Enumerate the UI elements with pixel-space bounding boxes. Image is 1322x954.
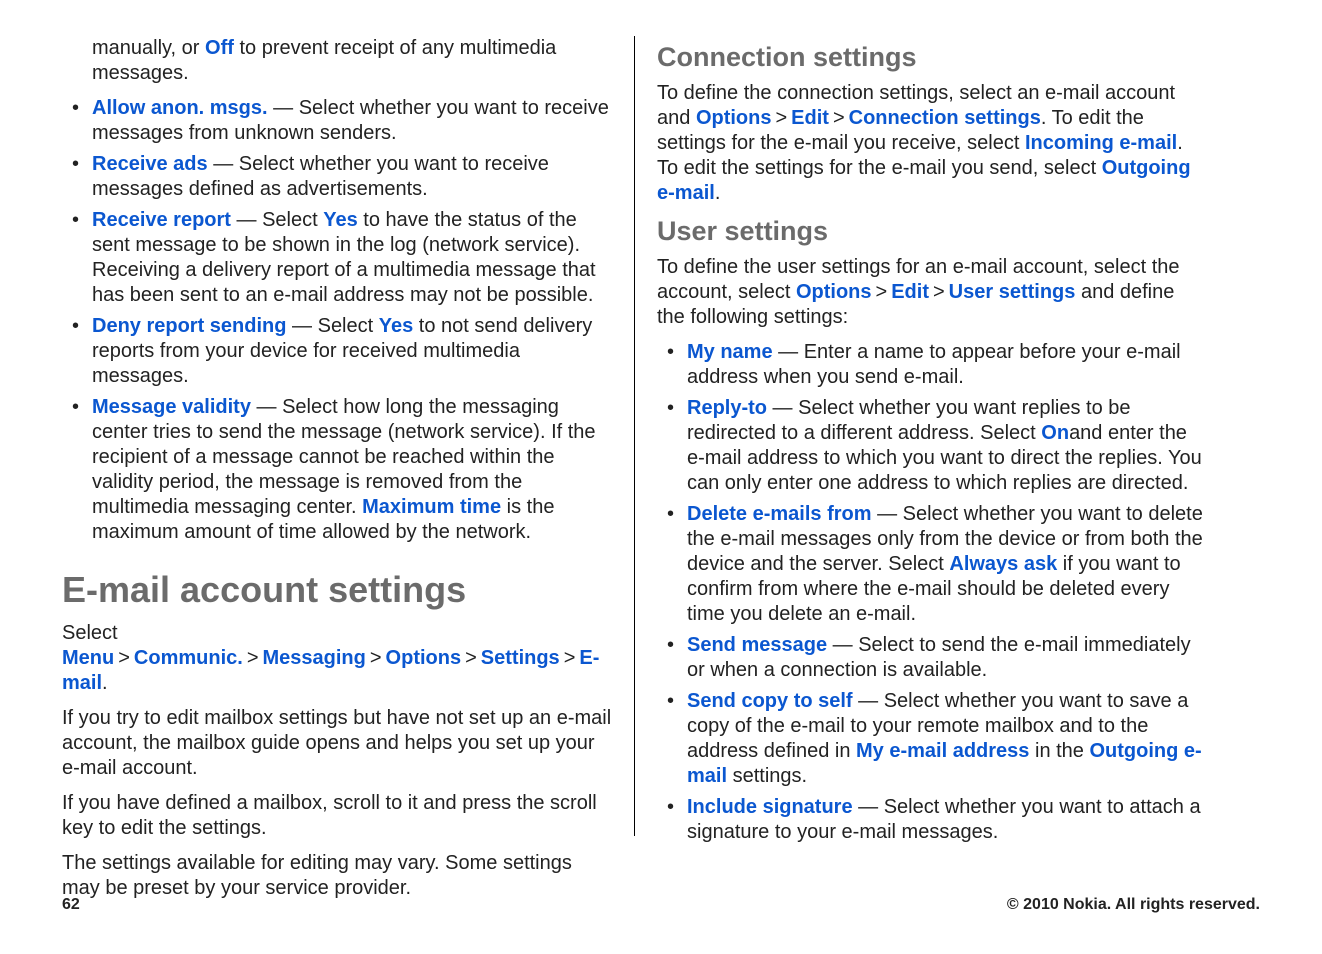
keyword: On (1041, 422, 1069, 444)
content-columns: manually, or Off to prevent receipt of a… (62, 36, 1260, 836)
nav-path: Select Menu>Communic.>Messaging>Options>… (62, 621, 612, 696)
list-item: Message validity — Select how long the m… (78, 395, 612, 545)
section-heading: E-mail account settings (62, 569, 612, 611)
term: Include signature (687, 796, 853, 818)
list-item: Receive ads — Select whether you want to… (78, 152, 612, 202)
keyword-off: Off (205, 37, 234, 59)
subheading-user: User settings (657, 216, 1206, 247)
page-footer: 62 © 2010 Nokia. All rights reserved. (62, 896, 1260, 914)
term: Receive report (92, 209, 231, 231)
term: Reply-to (687, 397, 767, 419)
user-paragraph: To define the user settings for an e-mai… (657, 255, 1206, 330)
term: Receive ads (92, 153, 208, 175)
keyword: Maximum time (362, 496, 501, 518)
body-text: If you have defined a mailbox, scroll to… (62, 791, 612, 841)
term: My name (687, 341, 773, 363)
intro-paragraph: manually, or Off to prevent receipt of a… (62, 36, 612, 86)
list-item: Send message — Select to send the e-mail… (673, 633, 1206, 683)
body-text: The settings available for editing may v… (62, 851, 612, 901)
list-item: Deny report sending — Select Yes to not … (78, 314, 612, 389)
left-column: manually, or Off to prevent receipt of a… (62, 36, 634, 836)
list-item: Reply-to — Select whether you want repli… (673, 396, 1206, 496)
term: Send copy to self (687, 690, 853, 712)
copyright: © 2010 Nokia. All rights reserved. (1007, 896, 1260, 914)
left-list: Allow anon. msgs. — Select whether you w… (62, 96, 612, 545)
list-item: Send copy to self — Select whether you w… (673, 689, 1206, 789)
keyword: Always ask (949, 553, 1057, 575)
subheading-connection: Connection settings (657, 42, 1206, 73)
list-item: Allow anon. msgs. — Select whether you w… (78, 96, 612, 146)
right-list: My name — Enter a name to appear before … (657, 340, 1206, 845)
list-item: Include signature — Select whether you w… (673, 795, 1206, 845)
term: Deny report sending (92, 315, 286, 337)
keyword: My e-mail address (856, 740, 1029, 762)
connection-paragraph: To define the connection settings, selec… (657, 81, 1206, 206)
list-item: Delete e-mails from — Select whether you… (673, 502, 1206, 627)
list-item: My name — Enter a name to appear before … (673, 340, 1206, 390)
keyword: Yes (379, 315, 413, 337)
page-number: 62 (62, 896, 80, 914)
list-item: Receive report — Select Yes to have the … (78, 208, 612, 308)
keyword: Yes (323, 209, 357, 231)
term: Send message (687, 634, 827, 656)
term: Message validity (92, 396, 251, 418)
term: Allow anon. msgs. (92, 97, 268, 119)
term: Delete e-mails from (687, 503, 872, 525)
right-column: Connection settings To define the connec… (634, 36, 1206, 836)
body-text: If you try to edit mailbox settings but … (62, 706, 612, 781)
